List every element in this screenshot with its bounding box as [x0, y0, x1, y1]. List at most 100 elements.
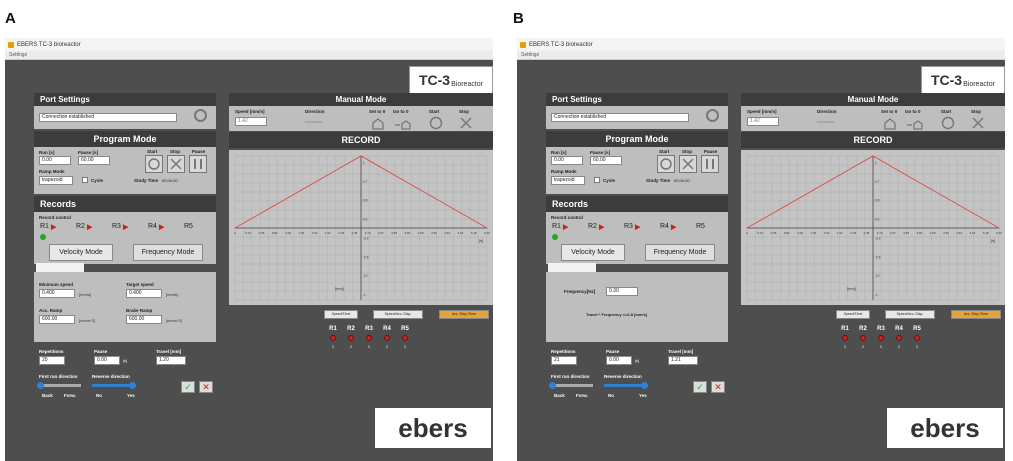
speed-acc-button[interactable]: Speed/Acc. Disp.	[885, 310, 935, 319]
mode-tab-strip	[548, 263, 596, 272]
bottom-pause-label: Pause	[94, 349, 108, 354]
y-tick-label: -1	[363, 293, 366, 297]
arrow-right-icon: ▶	[123, 224, 129, 231]
record-chart: 0 0.27 0.55 0.82 1.09 1.36 1.64 1.91 2.18 2.46 2.7…	[741, 150, 1005, 305]
pause-input[interactable]: 60.00	[590, 156, 622, 165]
window-titlebar: EBERS TC-3 bioreactor	[5, 38, 493, 51]
slider-thumb[interactable]	[129, 382, 136, 389]
records: Records Record control R1 ▶ R2 ▶ R3 ▶ R4 ▶ R5 Ve…	[34, 196, 216, 264]
travel-input[interactable]: 1.21	[668, 356, 698, 365]
cycle-checkbox[interactable]	[594, 177, 600, 183]
forward-label: Forw.	[64, 393, 76, 398]
target-input[interactable]: 0.400	[126, 289, 162, 298]
slider-thumb[interactable]	[37, 382, 44, 389]
record-item-r5[interactable]: R5	[184, 223, 193, 230]
velocity-mode-tab[interactable]: Velocity Mode	[561, 244, 625, 261]
y-axis-label: [mm]	[335, 286, 344, 291]
ramp-mode-select[interactable]: trapezoid	[39, 176, 73, 185]
program-stop-button[interactable]	[167, 155, 185, 173]
record-item-r1[interactable]: R1	[552, 223, 561, 230]
record-item-r2[interactable]: R2	[588, 223, 597, 230]
pause-input[interactable]: 60.00	[78, 156, 110, 165]
record-led-value: 0	[349, 344, 353, 349]
confirm-button[interactable]: ✓	[693, 381, 707, 393]
target-label: Target speed	[126, 282, 154, 287]
record-item-r3[interactable]: R3	[624, 223, 633, 230]
study-time-label: Study Time	[646, 178, 671, 183]
speed-acc-button[interactable]: Speed/Acc. Disp.	[373, 310, 423, 319]
repetitions-input[interactable]: 20	[39, 356, 65, 365]
acc-disp-time-button[interactable]: Acc. Disp./Time	[439, 310, 489, 319]
first-direction-slider[interactable]	[549, 382, 593, 389]
y-tick-label: 0.5	[875, 199, 880, 203]
cycle-checkbox[interactable]	[82, 177, 88, 183]
program-start-button[interactable]	[657, 155, 675, 173]
x-tick-label: 0.27	[757, 231, 763, 235]
slider-thumb[interactable]	[641, 382, 648, 389]
program-pause-button[interactable]	[701, 155, 719, 173]
y-tick-label: -0.2	[875, 236, 881, 240]
record-item-r3[interactable]: R3	[112, 223, 121, 230]
search-icon[interactable]	[706, 109, 719, 122]
search-icon[interactable]	[194, 109, 207, 122]
program-stop-label: Stop	[682, 149, 692, 154]
run-input[interactable]: 0.00	[39, 156, 71, 165]
settings-menu[interactable]: Settings	[5, 51, 493, 60]
bottom-pause-input[interactable]: 0.00	[94, 356, 120, 365]
arrow-right-icon: ▶	[159, 224, 165, 231]
x-tick-label: 3.55	[391, 231, 397, 235]
travel-settings: Repetitions 21 Pause 0.00 [s] Travel [mm…	[546, 344, 728, 420]
speed-input[interactable]: 1.42	[235, 117, 267, 126]
reverse-direction-slider[interactable]	[604, 382, 648, 389]
brake-input[interactable]: 600.00	[126, 315, 162, 324]
first-direction-slider[interactable]	[37, 382, 81, 389]
record-item-r1[interactable]: R1	[40, 223, 49, 230]
record-led-value: 0	[915, 344, 919, 349]
ramp-mode-select[interactable]: trapezoid	[551, 176, 585, 185]
record-led	[348, 335, 354, 341]
record-item-r2[interactable]: R2	[76, 223, 85, 230]
record-item-r5[interactable]: R5	[696, 223, 705, 230]
x-tick-label: 4.36	[431, 231, 437, 235]
settings-menu[interactable]: Settings	[517, 51, 1005, 60]
repetitions-input[interactable]: 21	[551, 356, 577, 365]
x-tick-label: 3.27	[378, 231, 384, 235]
run-input[interactable]: 0.00	[551, 156, 583, 165]
frequency-label: Frequency[Hz]	[564, 289, 596, 294]
study-time-value: 00:00:00	[162, 178, 178, 183]
speed-time-button[interactable]: Speed/Time	[836, 310, 870, 319]
direction-value[interactable]: backward	[305, 119, 322, 124]
min-input[interactable]: 0.400	[39, 289, 75, 298]
x-tick-label: 1.36	[810, 231, 816, 235]
speed-input[interactable]: 1.42	[747, 117, 779, 126]
reverse-direction-slider[interactable]	[92, 382, 136, 389]
confirm-button[interactable]: ✓	[181, 381, 195, 393]
cancel-button[interactable]: ✕	[711, 381, 725, 393]
program-pause-button[interactable]	[189, 155, 207, 173]
frequency-mode-tab[interactable]: Frequency Mode	[645, 244, 715, 261]
record-item-r4[interactable]: R4	[660, 223, 669, 230]
speed-time-button[interactable]: Speed/Time	[324, 310, 358, 319]
frequency-input[interactable]: 0.30	[606, 287, 638, 296]
acc-disp-time-button[interactable]: Acc. Disp./Time	[951, 310, 1001, 319]
y-tick-label: -0.5	[875, 255, 881, 259]
manual-start-label: Start	[429, 109, 440, 114]
run-label: Run [s]	[39, 150, 55, 155]
port-settings-title: Port Settings	[34, 93, 216, 106]
bottom-pause-input[interactable]: 0.00	[606, 356, 632, 365]
program-start-button[interactable]	[145, 155, 163, 173]
x-tick-label: 4.64	[956, 231, 962, 235]
direction-value[interactable]: backward	[817, 119, 834, 124]
y-tick-label: 1	[363, 161, 365, 165]
study-time-label: Study Time	[134, 178, 159, 183]
acc-input[interactable]: 600.00	[39, 315, 75, 324]
frequency-mode-tab[interactable]: Frequency Mode	[133, 244, 203, 261]
y-tick-label: -0.2	[363, 236, 369, 240]
slider-thumb[interactable]	[549, 382, 556, 389]
program-stop-button[interactable]	[679, 155, 697, 173]
travel-input[interactable]: 1.20	[156, 356, 186, 365]
record-led	[860, 335, 866, 341]
record-item-r4[interactable]: R4	[148, 223, 157, 230]
cancel-button[interactable]: ✕	[199, 381, 213, 393]
velocity-mode-tab[interactable]: Velocity Mode	[49, 244, 113, 261]
